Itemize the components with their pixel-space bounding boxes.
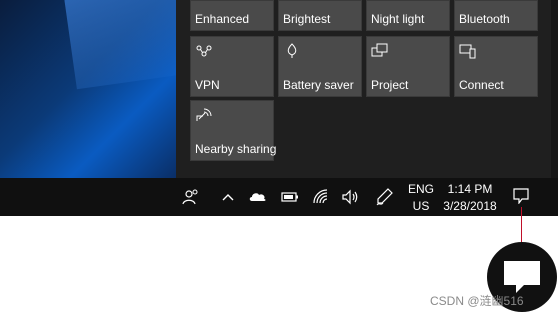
chevron-up-icon[interactable]	[218, 187, 238, 207]
project-icon	[371, 43, 388, 57]
volume-icon[interactable]	[340, 187, 360, 207]
tile-label: Brightest	[283, 12, 331, 26]
tile-label: Battery saver	[283, 78, 354, 92]
wallpaper-light-beam	[64, 0, 176, 90]
quick-action-night-light[interactable]: Night light	[366, 0, 450, 31]
tile-label: Night light	[371, 12, 425, 26]
battery-icon[interactable]	[280, 187, 300, 207]
clock-date[interactable]: 3/28/2018	[442, 199, 498, 213]
nearby-sharing-icon	[196, 108, 212, 121]
notification-icon	[513, 188, 529, 204]
desktop-wallpaper	[0, 0, 176, 178]
panel-edge	[551, 0, 558, 178]
vpn-icon	[196, 45, 212, 57]
tile-label: Connect	[459, 78, 504, 92]
onedrive-cloud-icon[interactable]	[248, 187, 268, 207]
clock-time[interactable]: 1:14 PM	[442, 182, 498, 196]
quick-action-bluetooth[interactable]: Bluetooth	[454, 0, 538, 31]
quick-action-battery-saver[interactable]: Battery saver	[278, 36, 362, 97]
quick-action-brightest[interactable]: Brightest	[278, 0, 362, 31]
notification-icon	[504, 261, 540, 293]
quick-action-vpn[interactable]: VPN	[190, 36, 274, 97]
tile-label: Enhanced	[195, 12, 250, 26]
connect-icon	[459, 44, 476, 59]
quick-action-project[interactable]: Project	[366, 36, 450, 97]
quick-action-connect[interactable]: Connect	[454, 36, 538, 97]
tile-label: Nearby sharing	[195, 142, 277, 156]
quick-action-nearby-sharing[interactable]: Nearby sharing	[190, 100, 277, 161]
tile-label: VPN	[195, 78, 220, 92]
input-region[interactable]: US	[408, 199, 434, 213]
battery-saver-icon	[287, 43, 297, 58]
callout-line	[521, 207, 522, 243]
wifi-icon[interactable]	[311, 187, 331, 207]
tile-label: Bluetooth	[459, 12, 510, 26]
tile-label: Project	[371, 78, 409, 92]
watermark: CSDN @涟幽516	[430, 294, 524, 308]
taskbar: ENG US 1:14 PM 3/28/2018	[0, 178, 558, 216]
people-icon[interactable]	[180, 187, 200, 207]
action-center-panel: Enhanced Brightest Night light Bluetooth…	[176, 0, 558, 178]
quick-action-enhanced[interactable]: Enhanced	[190, 0, 274, 31]
pen-icon[interactable]	[374, 187, 394, 207]
input-language[interactable]: ENG	[408, 182, 434, 196]
